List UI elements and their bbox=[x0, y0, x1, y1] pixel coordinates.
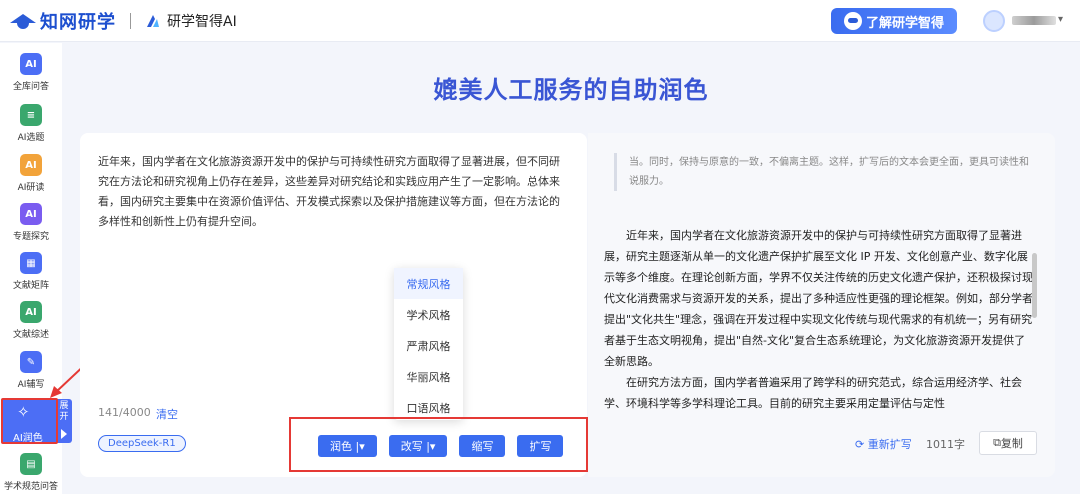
regenerate-button[interactable]: ⟳ 重新扩写 bbox=[855, 436, 912, 452]
style-option-academic[interactable]: 学术风格 bbox=[394, 299, 463, 330]
expand-label[interactable]: 展开 bbox=[58, 401, 70, 423]
highlight-box-sidebar bbox=[1, 398, 58, 444]
grid-icon: ▦ bbox=[20, 252, 42, 274]
sidebar-item-label: 文献综述 bbox=[12, 330, 49, 340]
sidebar-item-topic[interactable]: ≡ AI选题 bbox=[0, 104, 62, 143]
graduation-cap-icon bbox=[10, 11, 36, 31]
sidebar-item-label: AI辅写 bbox=[17, 380, 45, 390]
sidebar-item-qa[interactable]: AI 全库问答 bbox=[0, 53, 62, 92]
copy-button[interactable]: ⧉ 复制 bbox=[979, 431, 1037, 455]
chevron-down-icon[interactable]: ▾ bbox=[1058, 14, 1063, 25]
refresh-icon: ⟳ bbox=[855, 438, 868, 451]
sidebar-item-label: 全库问答 bbox=[12, 82, 49, 92]
user-name-blurred[interactable] bbox=[1012, 16, 1056, 25]
avatar[interactable] bbox=[983, 10, 1005, 32]
ai-qa-icon: AI bbox=[20, 53, 42, 75]
top-bar: 知网研学 研学智得AI 了解研学智得 ▾ bbox=[0, 0, 1080, 42]
brand-logo[interactable]: 知网研学 bbox=[10, 8, 116, 34]
robot-icon bbox=[843, 12, 862, 30]
learn-more-button[interactable]: 了解研学智得 bbox=[831, 8, 957, 34]
book-icon: ▤ bbox=[20, 453, 42, 475]
reasoning-quote: 当。同时，保持与原意的一致，不偏离主题。这样，扩写后的文本会更全面，更具可读性和… bbox=[614, 153, 1034, 191]
output-text: 近年来，国内学者在文化旅游资源开发中的保护与可持续性研究方面取得了显著进展，研究… bbox=[604, 225, 1034, 414]
output-panel: 当。同时，保持与原意的一致，不偏离主题。这样，扩写后的文本会更全面，更具可读性和… bbox=[588, 133, 1055, 477]
page-title: 媲美人工服务的自助润色 bbox=[433, 76, 709, 104]
style-dropdown: 常规风格 学术风格 严肃风格 华丽风格 口语风格 bbox=[394, 268, 463, 420]
explore-icon: AI bbox=[20, 203, 42, 225]
product-logo-icon bbox=[147, 14, 159, 27]
copy-label: 复制 bbox=[1000, 437, 1023, 450]
sidebar-item-label: AI选题 bbox=[17, 133, 45, 143]
regenerate-label: 重新扩写 bbox=[867, 438, 912, 451]
sidebar-item-norms[interactable]: ▤ 学术规范问答 bbox=[0, 453, 62, 492]
style-option-normal[interactable]: 常规风格 bbox=[394, 268, 463, 299]
result-toolbar: ⟳ 重新扩写 1011字 ⧉ 复制 bbox=[588, 427, 1055, 461]
sidebar-item-label: 专题探究 bbox=[12, 232, 49, 242]
style-option-ornate[interactable]: 华丽风格 bbox=[394, 361, 463, 392]
char-counter: 141/4000 bbox=[98, 406, 151, 419]
sidebar-item-label: 文献矩阵 bbox=[12, 281, 49, 291]
ai-read-icon: AI bbox=[20, 154, 42, 176]
style-option-serious[interactable]: 严肃风格 bbox=[394, 330, 463, 361]
review-icon: AI bbox=[20, 301, 42, 323]
topic-icon: ≡ bbox=[20, 104, 42, 126]
sidebar-item-explore[interactable]: AI 专题探究 bbox=[0, 203, 62, 242]
pen-icon: ✎ bbox=[20, 351, 42, 373]
sidebar-item-review[interactable]: AI 文献综述 bbox=[0, 301, 62, 340]
highlight-box-actions bbox=[289, 417, 588, 472]
sidebar-item-label: AI研读 bbox=[17, 183, 45, 193]
output-paragraph: 近年来，国内学者在文化旅游资源开发中的保护与可持续性研究方面取得了显著进展，研究… bbox=[604, 229, 1033, 368]
sidebar-item-matrix[interactable]: ▦ 文献矩阵 bbox=[0, 252, 62, 291]
product-label: 研学智得AI bbox=[167, 13, 237, 30]
source-text-input[interactable]: 近年来，国内学者在文化旅游资源开发中的保护与可持续性研究方面取得了显著进展，但不… bbox=[98, 152, 568, 232]
product-name[interactable]: 研学智得AI bbox=[145, 11, 237, 31]
brand-name: 知网研学 bbox=[40, 11, 116, 33]
expand-arrow-icon[interactable] bbox=[61, 429, 67, 439]
sidebar-item-write[interactable]: ✎ AI辅写 bbox=[0, 351, 62, 390]
sidebar-item-read[interactable]: AI AI研读 bbox=[0, 154, 62, 193]
learn-more-label: 了解研学智得 bbox=[865, 15, 944, 31]
scrollbar[interactable] bbox=[1032, 253, 1037, 318]
word-count: 1011字 bbox=[926, 438, 965, 451]
copy-icon: ⧉ bbox=[993, 436, 1001, 449]
output-paragraph: 在研究方法方面，国内学者普遍采用了跨学科的研究范式，综合运用经济学、社会学、环境… bbox=[604, 376, 1022, 410]
clear-button[interactable]: 清空 bbox=[156, 406, 178, 422]
model-selector[interactable]: DeepSeek-R1 bbox=[98, 435, 186, 452]
header-divider bbox=[130, 12, 131, 29]
sidebar-item-label: 学术规范问答 bbox=[3, 482, 58, 492]
